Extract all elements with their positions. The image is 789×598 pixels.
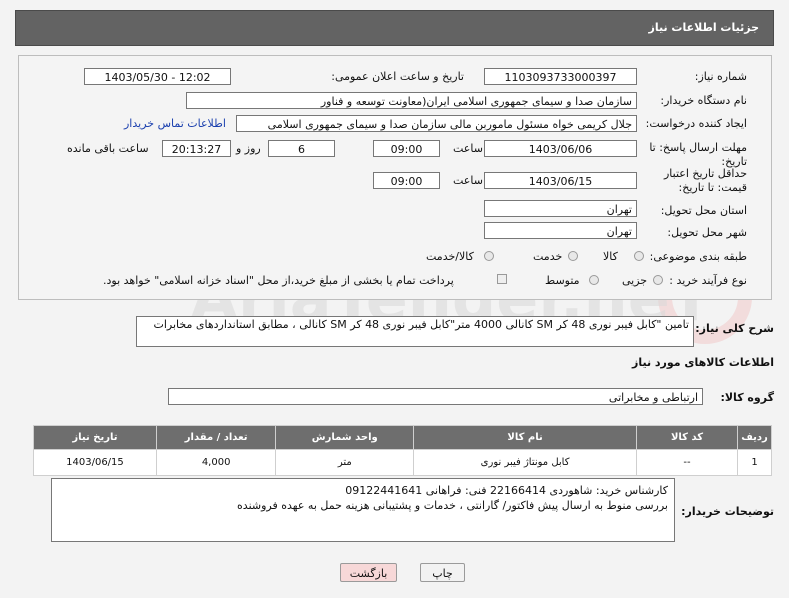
deadline-date-field: 1403/06/06 [484, 140, 637, 157]
remaining-word: ساعت باقی مانده [67, 142, 149, 155]
category-radio-service[interactable] [568, 251, 578, 261]
col-row-header: ردیف [737, 425, 772, 450]
category-option-service: خدمت [533, 250, 563, 263]
page-title: جزئیات اطلاعات نیاز [648, 21, 760, 34]
need-number-label: شماره نیاز: [694, 70, 747, 83]
cell-name: کابل مونتاژ فیبر نوری [413, 449, 637, 476]
days-word: روز و [236, 142, 261, 155]
need-number-field: 1103093733000397 [484, 68, 637, 85]
process-option-medium: متوسط [545, 274, 580, 287]
cell-row: 1 [737, 449, 772, 476]
goods-info-title: اطلاعات کالاهای مورد نیاز [632, 356, 774, 369]
requester-field: جلال کریمی خواه مسئول ماموربن مالی سازما… [236, 115, 637, 132]
buyer-org-field: سازمان صدا و سیمای جمهوری اسلامی ایران(م… [186, 92, 637, 109]
days-field: 6 [268, 140, 335, 157]
process-label: نوع فرآیند خرید : [669, 274, 747, 287]
description-label: شرح کلی نیاز: [695, 322, 774, 335]
announce-field: 1403/05/30 - 12:02 [84, 68, 231, 85]
payment-note: پرداخت تمام یا بخشی از مبلغ خرید،از محل … [103, 274, 454, 287]
buyer-contact-link[interactable]: اطلاعات تماس خریدار [124, 117, 226, 130]
buyer-org-label: نام دستگاه خریدار: [660, 94, 747, 107]
buyer-notes-field: کارشناس خرید: شاهوردی 22166414 فنی: فراه… [51, 478, 675, 542]
requester-label: ایجاد کننده درخواست: [645, 117, 747, 130]
buyer-notes-label: توضیحات خریدار: [681, 505, 774, 518]
col-code-header: کد کالا [635, 425, 739, 450]
payment-checkbox[interactable] [497, 274, 507, 284]
col-name-header: نام کالا [413, 425, 637, 450]
table-row: 1 -- کابل مونتاژ فیبر نوری متر 4,000 140… [33, 449, 772, 476]
col-qty-header: تعداد / مقدار [155, 425, 277, 450]
announce-label: تاریخ و ساعت اعلان عمومی: [331, 70, 464, 83]
print-button[interactable]: چاپ [420, 563, 465, 582]
category-label: طبقه بندی موضوعی: [649, 250, 747, 263]
goods-group-field: ارتباطی و مخابراتی [168, 388, 703, 405]
process-radio-minor[interactable] [653, 275, 663, 285]
validity-time-field: 09:00 [373, 172, 440, 189]
process-option-minor: جزیی [622, 274, 648, 287]
items-table: ردیف کد کالا نام کالا واحد شمارش تعداد /… [33, 425, 772, 476]
page-header: جزئیات اطلاعات نیاز [15, 10, 774, 46]
cell-code: -- [635, 449, 739, 476]
buyer-notes-line-1: کارشناس خرید: شاهوردی 22166414 فنی: فراه… [345, 484, 668, 497]
items-table-header: ردیف کد کالا نام کالا واحد شمارش تعداد /… [33, 425, 772, 450]
col-unit-header: واحد شمارش [275, 425, 415, 450]
remaining-time-field: 20:13:27 [162, 140, 231, 157]
deadline-time-field: 09:00 [373, 140, 440, 157]
col-date-header: تاریخ نیاز [33, 425, 157, 450]
city-field: تهران [484, 222, 637, 239]
back-button[interactable]: بازگشت [340, 563, 397, 582]
validity-date-field: 1403/06/15 [484, 172, 637, 189]
province-label: استان محل تحویل: [660, 204, 747, 217]
cell-unit: متر [275, 449, 415, 476]
deadline-time-word: ساعت [453, 142, 483, 155]
category-radio-goods[interactable] [634, 251, 644, 261]
category-radio-goods-service[interactable] [484, 251, 494, 261]
cell-qty: 4,000 [155, 449, 277, 476]
process-radio-medium[interactable] [589, 275, 599, 285]
cell-date: 1403/06/15 [33, 449, 157, 476]
category-option-goods-service: کالا/خدمت [426, 250, 474, 263]
goods-group-label: گروه کالا: [720, 391, 774, 404]
description-field: تامین "کابل فیبر نوری 48 کر SM کانالی 40… [136, 316, 694, 347]
deadline-label: مهلت ارسال پاسخ: تا تاریخ: [649, 141, 747, 168]
validity-label: حداقل تاریخ اعتبار قیمت: تا تاریخ: [663, 167, 747, 194]
province-field: تهران [484, 200, 637, 217]
city-label: شهر محل تحویل: [667, 226, 747, 239]
validity-time-word: ساعت [453, 174, 483, 187]
category-option-goods: کالا [603, 250, 618, 263]
buyer-notes-line-2: بررسی منوط به ارسال پیش فاکتور/ گارانتی … [237, 499, 668, 512]
